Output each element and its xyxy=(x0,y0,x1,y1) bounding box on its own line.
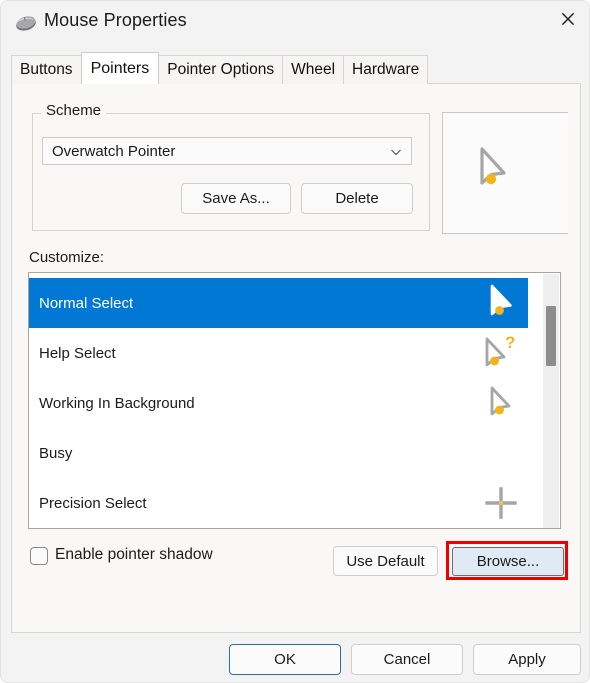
tab-buttons-label: Buttons xyxy=(20,61,73,78)
list-item-label: Help Select xyxy=(39,344,116,362)
list-item-label: Working In Background xyxy=(39,394,195,412)
svg-text:?: ? xyxy=(505,333,515,352)
tab-pointers-label: Pointers xyxy=(90,59,150,77)
help-select-pointer-icon: ? xyxy=(482,330,520,376)
apply-button[interactable]: Apply xyxy=(473,644,581,675)
use-default-button[interactable]: Use Default xyxy=(333,546,438,576)
normal-select-pointer-icon xyxy=(473,143,513,195)
chevron-down-icon xyxy=(390,145,402,157)
list-scrollbar[interactable] xyxy=(543,274,559,528)
list-item[interactable]: Precision Select xyxy=(29,478,528,528)
delete-button[interactable]: Delete xyxy=(301,183,413,214)
pointer-preview-pane xyxy=(442,112,568,234)
title-bar: Mouse Properties xyxy=(1,1,589,45)
mouse-icon xyxy=(15,13,37,33)
list-item[interactable]: Busy xyxy=(29,428,528,478)
browse-button[interactable]: Browse... xyxy=(452,547,564,576)
tab-buttons[interactable]: Buttons xyxy=(11,55,82,84)
browse-button-highlight: Browse... xyxy=(446,541,568,580)
tab-hardware[interactable]: Hardware xyxy=(343,55,429,84)
list-item[interactable]: Normal Select xyxy=(29,278,528,328)
scheme-dropdown[interactable]: Overwatch Pointer xyxy=(42,137,412,165)
pointer-customize-list-inner: Normal Select Help Select ? Working In B… xyxy=(29,278,528,528)
window-title: Mouse Properties xyxy=(44,10,187,30)
enable-pointer-shadow-checkbox[interactable] xyxy=(30,547,48,565)
customize-label: Customize: xyxy=(29,249,105,266)
scheme-group-label: Scheme xyxy=(41,102,107,120)
close-icon[interactable] xyxy=(545,1,589,37)
tab-strip: Buttons Pointers Pointer Options Wheel H… xyxy=(11,52,429,84)
tab-wheel[interactable]: Wheel xyxy=(282,55,345,84)
list-item-label: Normal Select xyxy=(39,294,134,312)
tab-pointer-options[interactable]: Pointer Options xyxy=(158,55,284,84)
tab-wheel-label: Wheel xyxy=(291,61,336,78)
list-item[interactable]: Working In Background xyxy=(29,378,528,428)
scheme-dropdown-value: Overwatch Pointer xyxy=(52,142,176,160)
list-item-label: Busy xyxy=(39,444,73,462)
list-item[interactable]: Help Select ? xyxy=(29,328,528,378)
pointer-customize-list[interactable]: Normal Select Help Select ? Working In B… xyxy=(28,272,561,529)
ok-button[interactable]: OK xyxy=(229,644,341,675)
enable-pointer-shadow-label: Enable pointer shadow xyxy=(55,546,213,563)
busy-pointer-icon xyxy=(482,430,520,476)
tab-hardware-label: Hardware xyxy=(352,61,420,78)
tab-pointers[interactable]: Pointers xyxy=(80,52,160,84)
tab-pointer-options-label: Pointer Options xyxy=(167,61,275,78)
working-in-background-pointer-icon xyxy=(482,380,520,426)
normal-select-pointer-icon xyxy=(482,280,520,326)
cancel-button[interactable]: Cancel xyxy=(351,644,463,675)
list-item-label: Precision Select xyxy=(39,494,147,512)
list-scrollbar-thumb[interactable] xyxy=(546,306,556,366)
save-as-button[interactable]: Save As... xyxy=(181,183,291,214)
mouse-properties-dialog: Mouse Properties Buttons Pointers Pointe… xyxy=(0,0,590,683)
precision-select-crosshair-icon xyxy=(482,480,520,526)
